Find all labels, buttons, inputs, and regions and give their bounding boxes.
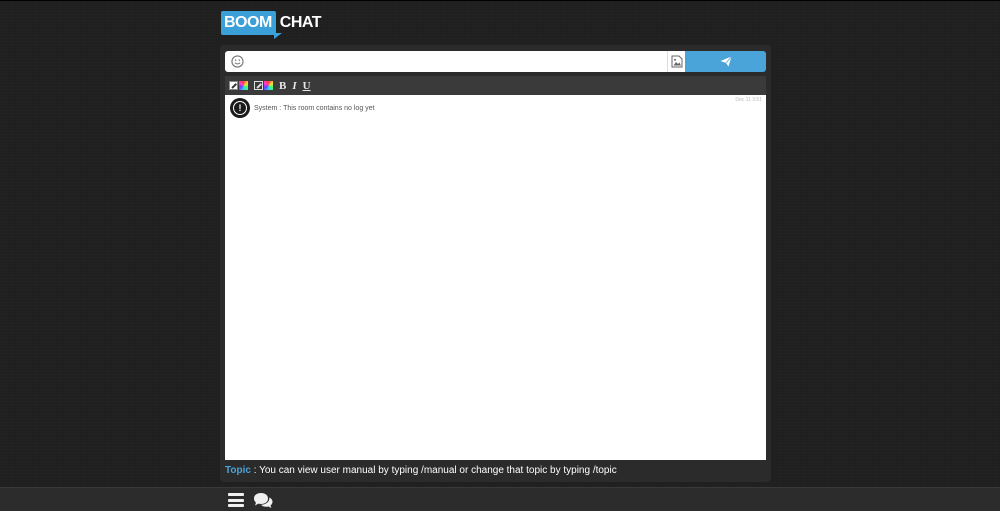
logo-chat-text: CHAT [279,14,322,31]
app-logo: BOOM CHAT [221,10,322,39]
topic-bar: Topic : You can view user manual by typi… [225,464,766,478]
exclamation-icon: ! [233,101,247,115]
log-body: This room contains no log yet [283,104,375,112]
color-palette-icon [264,81,273,90]
underline-button[interactable]: U [303,79,311,93]
chat-bubbles-icon[interactable] [253,492,273,509]
message-composer [225,51,766,73]
chat-log[interactable]: ! System : This room contains no log yet… [225,95,766,460]
log-timestamp: Dec 11 3:51 [735,97,762,103]
topic-label: Topic [225,465,251,476]
image-upload-icon[interactable] [667,51,685,72]
system-avatar[interactable]: ! [230,98,250,118]
paper-plane-icon [720,56,732,67]
chat-panel: B I U ! System : This room contains no l… [220,45,771,482]
message-input-box [225,51,685,72]
send-button[interactable] [685,51,766,72]
message-input[interactable] [247,52,667,71]
bold-button[interactable]: B [279,79,286,93]
log-message: ! System : This room contains no log yet [230,98,375,118]
topic-separator: : [250,465,260,476]
format-toolbar: B I U [225,76,766,95]
color-palette-icon [239,81,248,90]
background-color-button[interactable] [254,79,273,93]
topic-text: You can view user manual by typing /manu… [259,465,617,476]
smiley-icon[interactable] [227,52,247,72]
logo-boom-text: BOOM [221,11,282,39]
log-sender[interactable]: System [254,105,277,112]
log-message-text: System : This room contains no log yet [254,105,375,112]
hamburger-menu-icon[interactable] [228,493,244,507]
bottom-bar [0,487,1000,511]
italic-button[interactable]: I [292,79,296,93]
pen-outline-icon [254,81,263,90]
pen-icon [229,81,238,90]
text-color-button[interactable] [229,79,248,93]
